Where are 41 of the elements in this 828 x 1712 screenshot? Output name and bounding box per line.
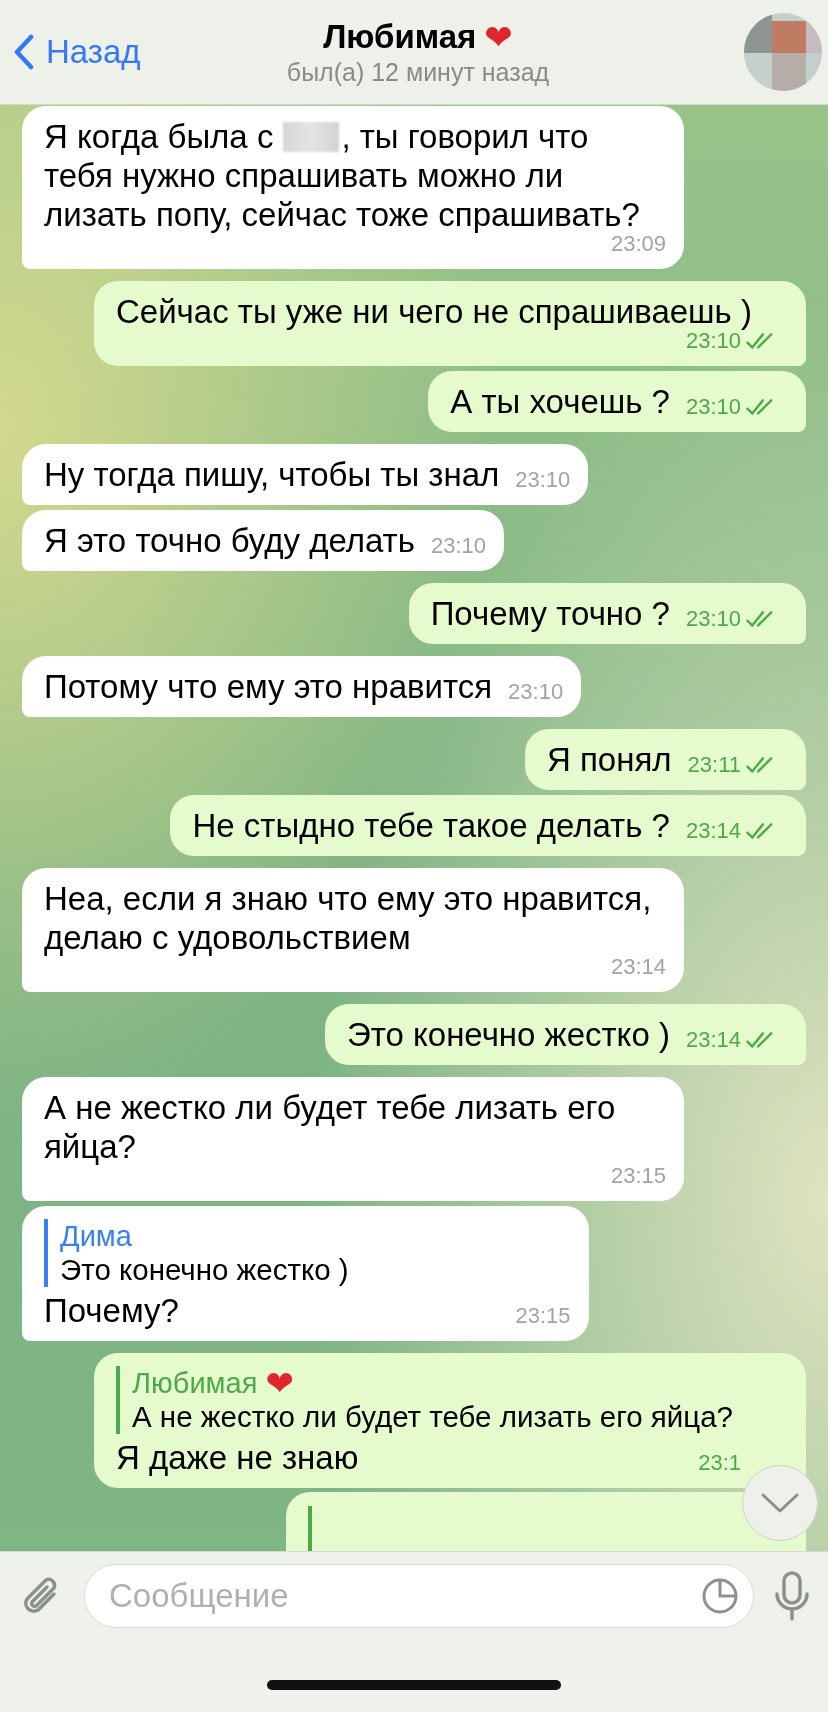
message-time: 23:10 (685, 393, 741, 421)
message-time: 23:10 (685, 328, 741, 355)
message-text: Это конечно жестко ) (347, 1015, 670, 1054)
message-text: Потому что ему это нравится (44, 667, 493, 706)
chevron-down-icon (760, 1492, 800, 1514)
message-text: Почему точно ? (430, 594, 670, 633)
reply-author: Дима (60, 1219, 132, 1253)
back-chevron-icon (14, 34, 34, 70)
message-text: Ну тогда пишу, чтобы ты знал (44, 455, 500, 494)
message-text: Я это точно буду делать (44, 521, 415, 560)
message-text: Я даже не знаю (116, 1438, 359, 1477)
reply-quote[interactable]: Любимая ❤ А не жестко ли будет тебе лизать его яйца? (116, 1366, 776, 1434)
message-field[interactable]: Сообщение (84, 1564, 754, 1628)
message-time: 23:10 (685, 605, 741, 633)
message-text: Я понял (547, 740, 672, 779)
message-time: 23:10 (515, 466, 571, 494)
heart-emoji: ❤ (265, 1366, 294, 1400)
reply-quote[interactable]: Дима Это конечно жестко ) (44, 1219, 571, 1287)
message-text: Не стыдно тебе такое делать ? (192, 806, 670, 845)
back-button[interactable]: Назад (14, 33, 141, 71)
heart-emoji: ❤ (484, 19, 513, 54)
message-time: 23:09 (610, 231, 666, 258)
message-time: 23:14 (685, 817, 741, 845)
message-text: Сейчас ты уже ни чего не спрашиваешь ) (116, 292, 752, 331)
message-time: 23:11 (687, 751, 741, 779)
message-text: А ты хочешь ? (450, 382, 670, 421)
message-time: 23:1 (698, 1449, 741, 1477)
reply-author: Любимая (132, 1366, 258, 1400)
reply-bar (308, 1506, 312, 1551)
message-time: 23:14 (685, 1026, 741, 1054)
chat-title: Любимая (323, 17, 477, 56)
reply-text: А не жестко ли будет тебе лизать его яйца? (132, 1400, 735, 1434)
sticker-icon[interactable] (700, 1576, 740, 1616)
microphone-icon[interactable] (774, 1570, 810, 1622)
message-text: Я когда была с , ты говорил что тебя нужно спрашивать можно ли лизать попу, сейчас тоже спрашивать? (44, 117, 641, 234)
message-time: 23:10 (430, 532, 486, 560)
message-text: Почему? (44, 1291, 179, 1330)
message-time: 23:15 (515, 1302, 571, 1330)
reply-text: Это конечно жестко ) (60, 1253, 350, 1287)
last-seen-status: был(а) 12 минут назад (286, 57, 550, 87)
message-time: 23:10 (508, 678, 564, 706)
